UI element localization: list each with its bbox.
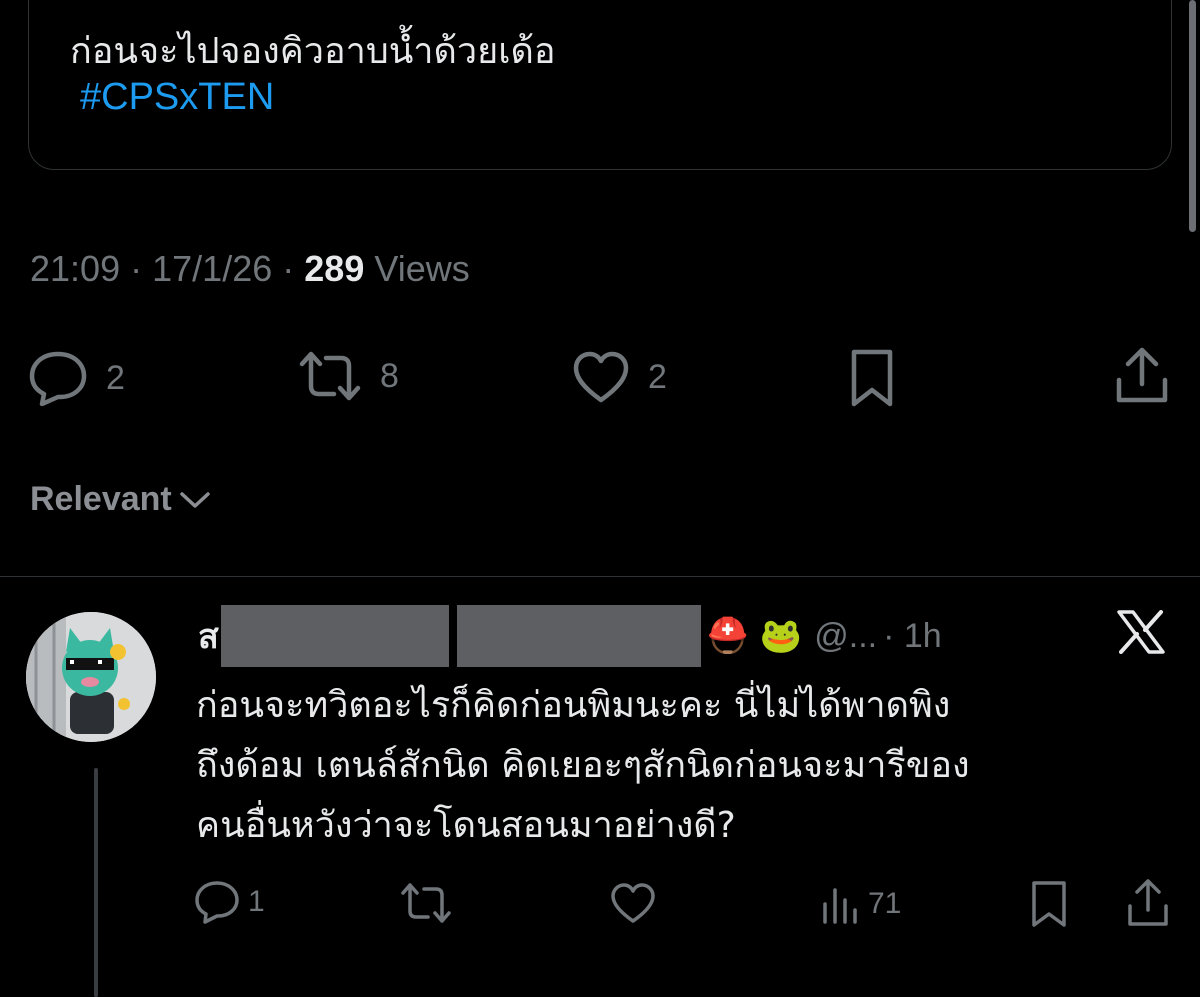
bookmark-icon xyxy=(1032,881,1066,927)
reply-icon xyxy=(29,351,87,406)
tweet-body-text: ก่อนจะไปจองคิวอาบน้ำด้วยเด้อ xyxy=(70,31,556,72)
heart-icon xyxy=(573,351,629,403)
hashtag-link[interactable]: #CPSxTEN xyxy=(80,76,274,119)
reply-text-line: ถึงด้อม เตนล์สักนิด คิดเยอะๆสักนิดก่อนจะ… xyxy=(196,745,970,786)
bar-chart-icon xyxy=(823,888,857,924)
tweet-meta: 21:09 · 17/1/26 · 289 Views xyxy=(30,248,470,290)
user-handle[interactable]: @... xyxy=(814,617,877,656)
reply-text: ก่อนจะทวิตอะไรก็คิดก่อนพิมนะคะ นี่ไม่ได้… xyxy=(196,676,1196,856)
reply-share-button[interactable] xyxy=(1126,878,1170,928)
reply-count: 2 xyxy=(106,358,125,397)
chevron-down-icon xyxy=(179,491,210,508)
redaction-block xyxy=(220,605,449,667)
sort-dropdown[interactable]: Relevant xyxy=(30,480,212,519)
repost-count: 8 xyxy=(380,356,399,395)
sort-label: Relevant xyxy=(30,480,172,518)
share-button[interactable] xyxy=(1114,346,1170,406)
views-label: Views xyxy=(374,248,470,289)
repost-button[interactable]: 8 xyxy=(298,350,399,402)
repost-icon xyxy=(299,351,361,401)
section-divider xyxy=(0,576,1200,577)
meta-separator: · xyxy=(282,248,295,289)
scrollbar[interactable] xyxy=(1189,0,1196,232)
reply-text-line: คนอื่นหวังว่าจะโดนสอนมาอย่างดี? xyxy=(196,805,736,846)
reply-text-line: ก่อนจะทวิตอะไรก็คิดก่อนพิมนะคะ นี่ไม่ได้… xyxy=(196,685,951,726)
meta-separator: · xyxy=(130,248,143,289)
heart-icon xyxy=(611,883,655,923)
display-name[interactable]: ส xyxy=(198,609,219,663)
bookmark-icon xyxy=(851,349,893,407)
share-icon xyxy=(1116,347,1168,403)
reply-repost-button[interactable] xyxy=(400,882,452,924)
reply-icon xyxy=(195,881,239,924)
reply-header: ส ⛑️ 🐸 @... · 1h xyxy=(198,605,942,667)
repost-icon xyxy=(401,883,451,923)
like-count: 2 xyxy=(648,357,667,396)
reply-like-button[interactable] xyxy=(610,882,656,924)
reply-views-count: 71 xyxy=(868,887,902,920)
tweet-date: 17/1/26 xyxy=(152,248,273,289)
reply-views-button[interactable]: 71 xyxy=(820,884,901,924)
reply-button[interactable]: 2 xyxy=(28,350,125,406)
thread-line xyxy=(94,768,98,997)
redaction-block xyxy=(456,605,701,667)
reply-reply-count: 1 xyxy=(248,885,265,918)
like-button[interactable]: 2 xyxy=(572,350,667,404)
tweet-time: 21:09 xyxy=(30,248,121,289)
avatar[interactable] xyxy=(26,612,156,742)
name-emojis: ⛑️ 🐸 xyxy=(706,616,803,656)
reply-time: · 1h xyxy=(883,616,942,655)
cartoon-cat-avatar-icon xyxy=(26,612,156,742)
views-count: 289 xyxy=(304,248,365,289)
reply-reply-button[interactable]: 1 xyxy=(194,880,265,924)
bookmark-button[interactable] xyxy=(848,348,896,408)
reply-bookmark-button[interactable] xyxy=(1030,880,1068,928)
share-icon xyxy=(1128,879,1168,926)
x-logo-icon[interactable] xyxy=(1116,610,1166,658)
